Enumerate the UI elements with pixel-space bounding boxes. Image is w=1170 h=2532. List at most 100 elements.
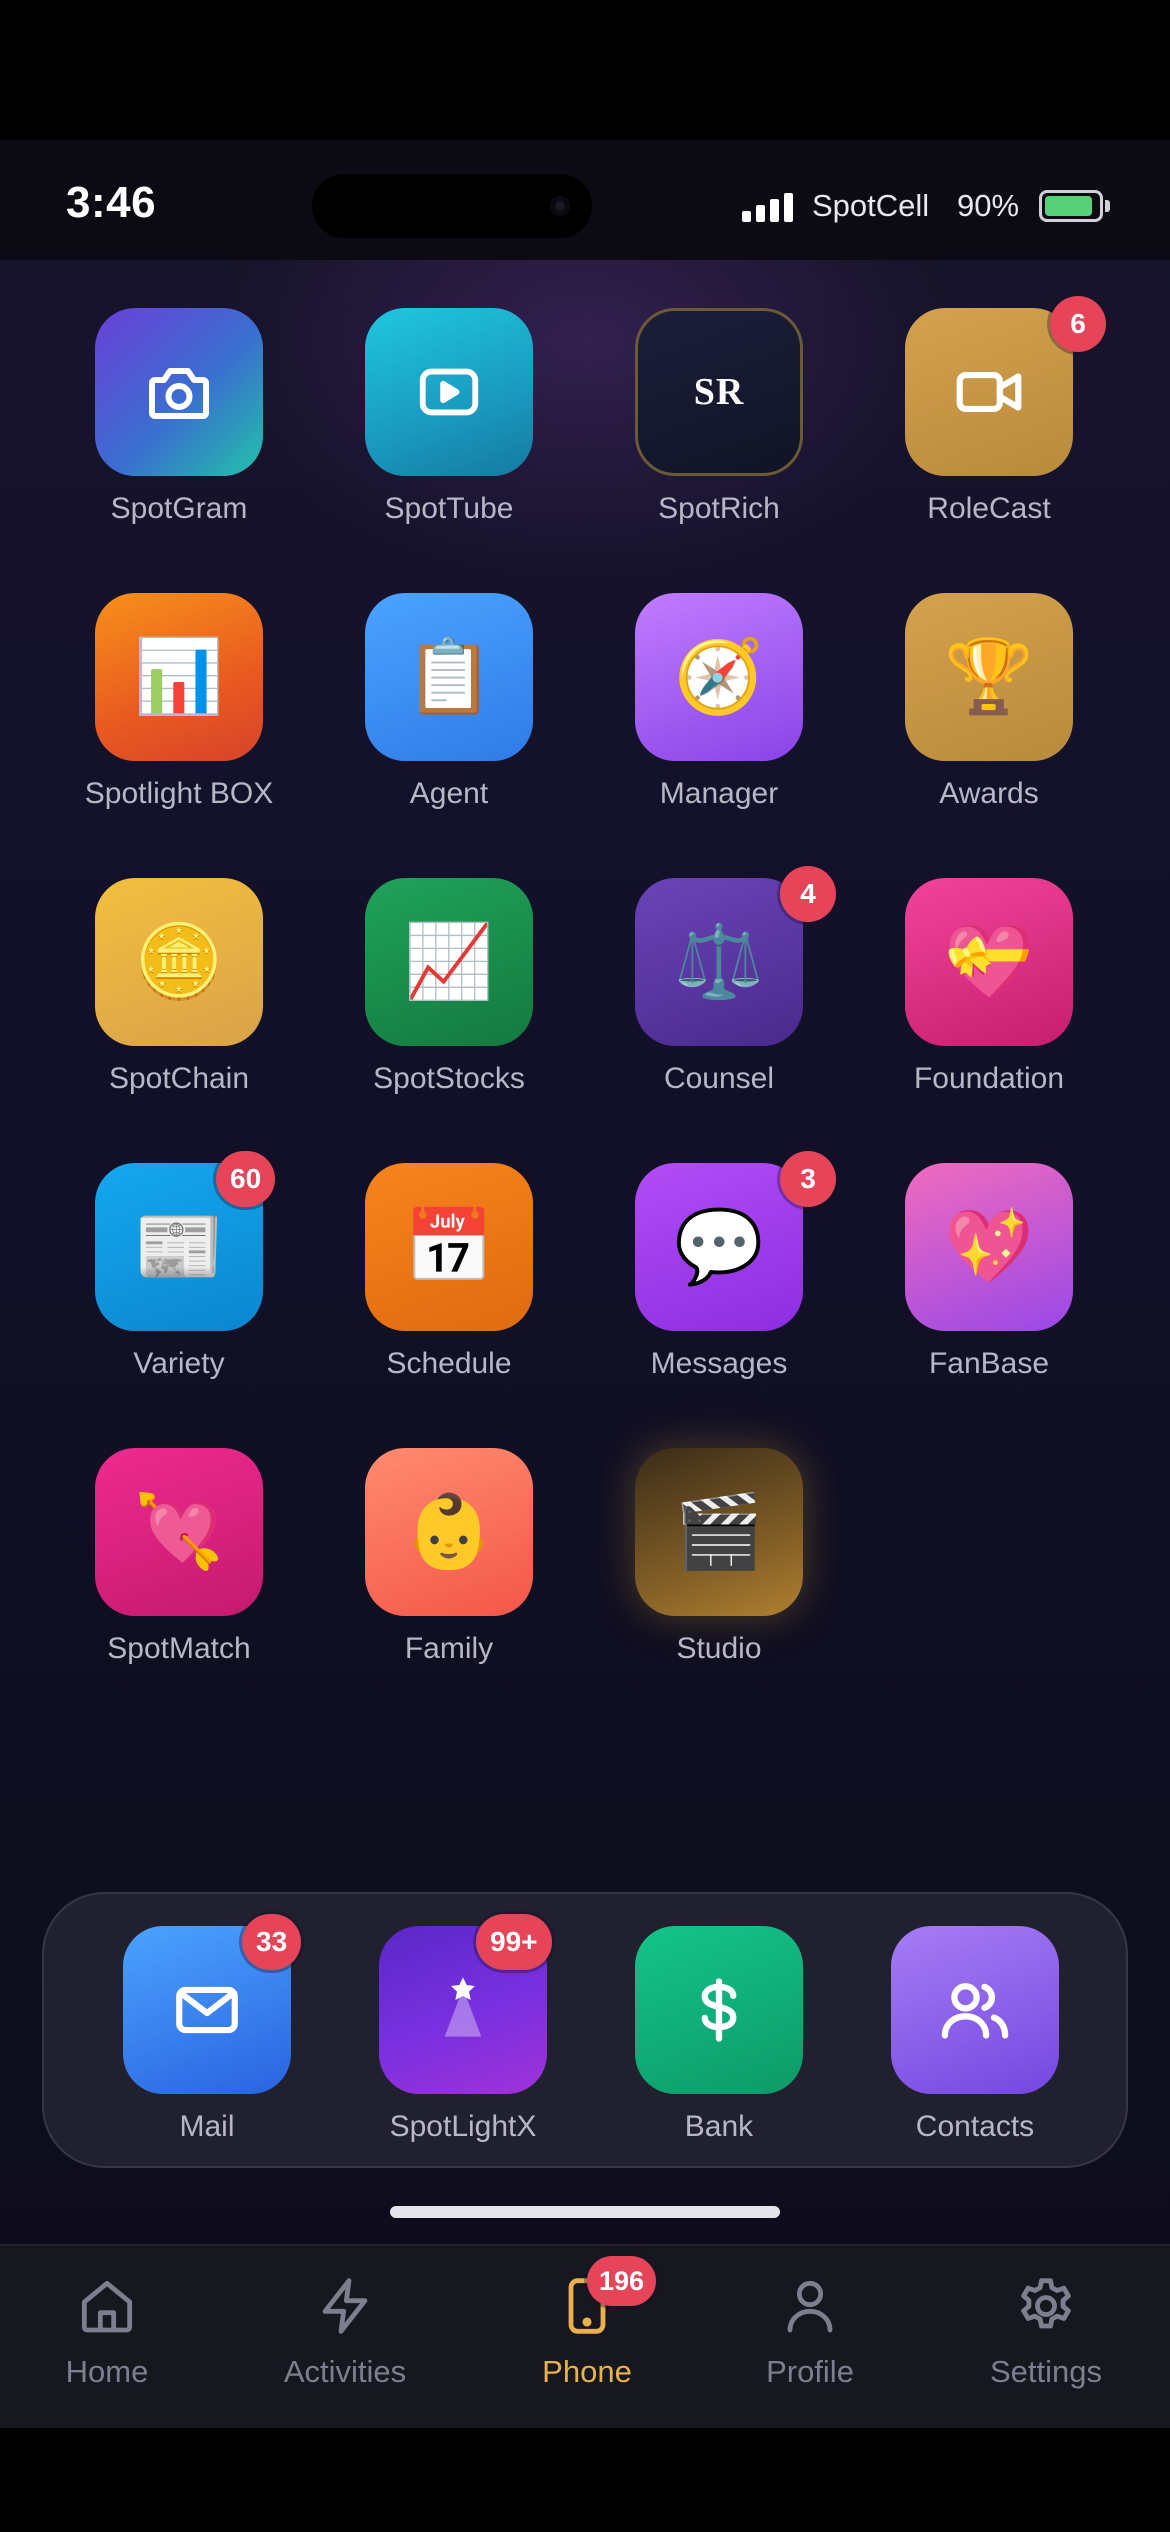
dynamic-island xyxy=(312,174,592,238)
app-fanbase[interactable]: 💖 FanBase xyxy=(854,1163,1124,1413)
app-family[interactable]: 👶 Family xyxy=(314,1448,584,1698)
app-rolecast[interactable]: 6 RoleCast xyxy=(854,296,1124,558)
app-counsel[interactable]: ⚖️ 4 Counsel xyxy=(584,866,854,1128)
dock-app-bank[interactable]: Bank xyxy=(584,1926,854,2176)
app-label: Variety xyxy=(133,1347,225,1380)
carrier-name: SpotCell xyxy=(812,188,930,223)
tab-bar: Home Activities 196 Phone Profile Settin… xyxy=(0,2244,1170,2428)
app-label: SpotRich xyxy=(658,492,780,525)
dock-app-spotlightx[interactable]: 99+ SpotLightX xyxy=(328,1914,598,2176)
newspaper-icon: 📰 xyxy=(134,1207,224,1287)
app-spotstocks[interactable]: 📈 SpotStocks xyxy=(314,878,584,1128)
notification-badge: 99+ xyxy=(476,1914,552,1970)
tab-label: Activities xyxy=(283,2354,407,2389)
trophy-icon: 🏆 xyxy=(905,593,1073,761)
app-studio[interactable]: 🎬 Studio xyxy=(584,1448,854,1698)
app-label: Schedule xyxy=(386,1347,512,1380)
phone-screen: 3:46 SpotCell 90% SpotGram SpotTube SR S… xyxy=(0,140,1170,2428)
status-bar: 3:46 SpotCell 90% xyxy=(0,140,1170,260)
notification-badge: 196 xyxy=(587,2256,657,2306)
app-messages[interactable]: 💬 3 Messages xyxy=(584,1151,854,1413)
app-label: SpotStocks xyxy=(373,1062,525,1095)
app-label: SpotMatch xyxy=(107,1632,251,1665)
app-label: Manager xyxy=(659,777,779,810)
app-label: SpotLightX xyxy=(389,2110,537,2143)
home-indicator[interactable] xyxy=(390,2206,780,2218)
notification-badge: 3 xyxy=(780,1151,836,1207)
baby-icon: 👶 xyxy=(365,1448,533,1616)
home-icon xyxy=(81,2280,133,2333)
heart-arrow-icon: 💘 xyxy=(134,1492,224,1572)
tab-profile[interactable]: Profile xyxy=(710,2274,910,2404)
gear-icon xyxy=(1021,2278,1071,2329)
tab-label: Profile xyxy=(766,2354,854,2389)
app-variety[interactable]: 📰 60 Variety xyxy=(44,1151,314,1413)
app-spottube[interactable]: SpotTube xyxy=(314,308,584,558)
tab-activities[interactable]: Activities xyxy=(245,2274,445,2404)
compass-icon: 🧭 xyxy=(635,593,803,761)
bar-chart-icon: 📊 xyxy=(134,637,224,717)
app-foundation[interactable]: 💝 Foundation xyxy=(854,878,1124,1128)
notification-badge: 4 xyxy=(780,866,836,922)
app-label: Mail xyxy=(179,2110,235,2143)
tab-label: Home xyxy=(65,2354,149,2389)
dock-app-contacts[interactable]: Contacts xyxy=(840,1926,1110,2176)
battery-icon xyxy=(1039,190,1103,222)
app-manager[interactable]: 🧭 Manager xyxy=(584,593,854,843)
sr-monogram-text: SR xyxy=(693,371,745,413)
trophy-icon: 🏆 xyxy=(944,637,1034,717)
app-spotlight-box[interactable]: 📊 Spotlight BOX xyxy=(44,593,314,843)
battery-percent: 90% xyxy=(957,188,1020,223)
app-agent[interactable]: 📋 Agent xyxy=(314,593,584,843)
top-letterbox xyxy=(0,0,1170,140)
clipboard-icon: 📋 xyxy=(365,593,533,761)
compass-icon: 🧭 xyxy=(674,637,764,717)
person-icon xyxy=(787,2280,833,2333)
app-label: Counsel xyxy=(663,1062,775,1095)
clapper-board-icon: 🎬 xyxy=(635,1448,803,1616)
app-label: Messages xyxy=(650,1347,788,1380)
app-label: Awards xyxy=(939,777,1039,810)
play-icon xyxy=(365,308,533,476)
heart-arrow-icon: 💘 xyxy=(95,1448,263,1616)
app-spotmatch[interactable]: 💘 SpotMatch xyxy=(44,1448,314,1698)
app-spotgram[interactable]: SpotGram xyxy=(44,308,314,558)
tab-phone[interactable]: 196 Phone xyxy=(487,2256,687,2404)
scales-icon: ⚖️ xyxy=(635,878,803,1046)
chart-increasing-icon: 📈 xyxy=(404,922,494,1002)
app-label: Family xyxy=(404,1632,494,1665)
dock-app-mail[interactable]: 33 Mail xyxy=(72,1914,342,2176)
sparkling-heart-icon: 💖 xyxy=(905,1163,1073,1331)
app-spotchain[interactable]: 🪙 SpotChain xyxy=(44,878,314,1128)
calendar-icon: 📅 xyxy=(365,1163,533,1331)
app-label: Agent xyxy=(409,777,489,810)
app-label: SpotChain xyxy=(108,1062,250,1095)
lightning-icon xyxy=(322,2278,368,2334)
status-time: 3:46 xyxy=(66,178,157,227)
app-awards[interactable]: 🏆 Awards xyxy=(854,593,1124,843)
tab-label: Phone xyxy=(542,2354,632,2389)
app-label: Foundation xyxy=(913,1062,1065,1095)
signal-strength-icon xyxy=(742,192,794,222)
app-label: RoleCast xyxy=(927,492,1051,525)
baby-icon: 👶 xyxy=(404,1492,494,1572)
app-schedule[interactable]: 📅 Schedule xyxy=(314,1163,584,1413)
coin-icon: 🪙 xyxy=(134,922,224,1002)
dollar-icon xyxy=(635,1926,803,2094)
app-label: SpotGram xyxy=(110,492,248,525)
app-label: Spotlight BOX xyxy=(84,777,274,810)
sr-monogram-icon: SR xyxy=(635,308,803,476)
tab-settings[interactable]: Settings xyxy=(946,2274,1146,2404)
users-icon xyxy=(891,1926,1059,2094)
chart-increasing-icon: 📈 xyxy=(365,878,533,1046)
heart-ribbon-icon: 💝 xyxy=(905,878,1073,1046)
tab-home[interactable]: Home xyxy=(7,2274,207,2404)
heart-ribbon-icon: 💝 xyxy=(944,922,1034,1002)
dock: 33 Mail 99+ SpotLightX Bank Contacts xyxy=(42,1892,1128,2168)
app-spotrich[interactable]: SR SpotRich xyxy=(584,308,854,558)
notification-badge: 60 xyxy=(216,1151,276,1207)
notification-badge: 33 xyxy=(242,1914,302,1970)
app-label: SpotTube xyxy=(384,492,514,525)
video-camera-icon xyxy=(905,308,1073,476)
app-label: Bank xyxy=(684,2110,754,2143)
